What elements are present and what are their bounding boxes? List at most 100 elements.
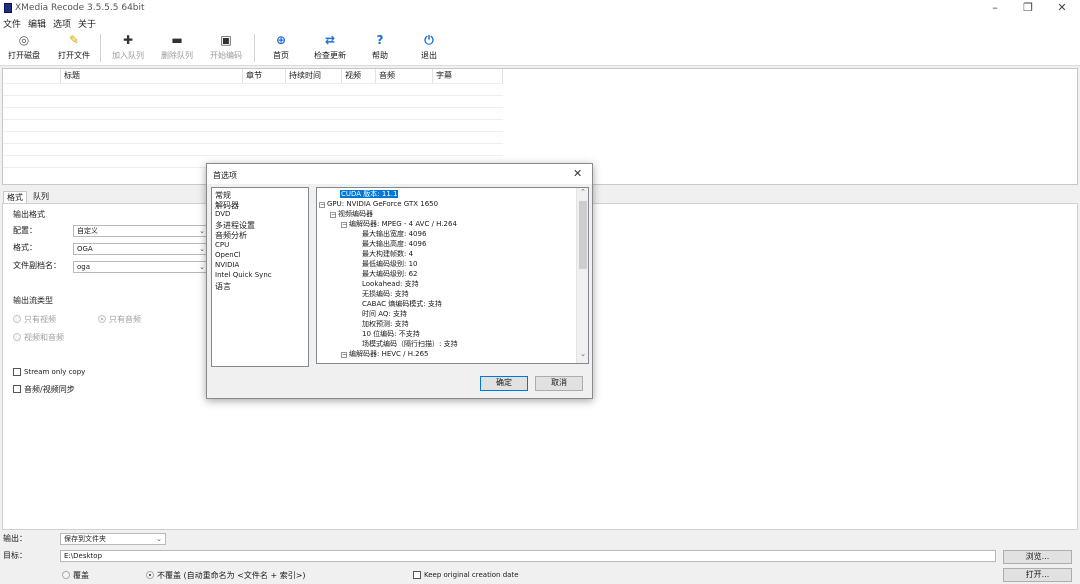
target-label: 目标：: [3, 551, 27, 560]
tree-item[interactable]: − GPU: NVIDIA GeForce GTX 1650: [319, 199, 574, 209]
av-sync-checkbox[interactable]: [13, 385, 21, 393]
tree-item[interactable]: 最大编码级别: 62: [319, 269, 574, 279]
nav-item-opencl[interactable]: OpenCl: [215, 251, 241, 259]
help-button[interactable]: ? 帮助: [361, 33, 399, 63]
tree-item[interactable]: 时间 AQ: 支持: [319, 309, 574, 319]
collapse-icon[interactable]: −: [341, 222, 347, 228]
nav-item-dvd[interactable]: DVD: [215, 210, 230, 218]
tree-item[interactable]: − 编解码器: HEVC / H.265: [319, 349, 574, 359]
column-header-audio[interactable]: 音频: [376, 69, 433, 83]
profile-select[interactable]: 自定义 ⌄: [73, 225, 209, 237]
column-header-title[interactable]: 标题: [61, 69, 243, 83]
tree-item[interactable]: − 视频编码器: [319, 209, 574, 219]
menu-bar: 文件 编辑 选项 关于: [0, 16, 1080, 30]
extension-select[interactable]: oga ⌄: [73, 261, 209, 273]
tree-item-label: 最大输出宽度: 4096: [362, 230, 427, 238]
tree-scrollbar[interactable]: ⌃ ⌄: [576, 188, 588, 363]
radio-video-only-label: 只有视频: [24, 315, 56, 324]
collapse-icon[interactable]: −: [330, 212, 336, 218]
chevron-down-icon: ⌄: [156, 535, 162, 543]
scroll-up-icon[interactable]: ⌃: [577, 188, 588, 196]
collapse-icon[interactable]: −: [341, 352, 347, 358]
scroll-thumb[interactable]: [579, 201, 587, 269]
gpu-info-tree[interactable]: CUDA 版本: 11.1− GPU: NVIDIA GeForce GTX 16…: [316, 187, 589, 364]
tab-format[interactable]: 格式: [3, 191, 27, 203]
title-bar: XMedia Recode 3.5.5.5 64bit – ❐ ✕: [0, 0, 1080, 16]
tab-queue[interactable]: 队列: [30, 191, 52, 203]
radio-audio-only[interactable]: [98, 315, 106, 323]
open-disc-button[interactable]: ◎ 打开磁盘: [4, 33, 44, 63]
collapse-icon[interactable]: −: [319, 202, 325, 208]
add-queue-button[interactable]: ✚ 加入队列: [108, 33, 148, 63]
column-header-duration[interactable]: 持续时间: [286, 69, 342, 83]
tree-item[interactable]: 10 位编码: 不支持: [319, 329, 574, 339]
homepage-button[interactable]: ⊕ 首页: [262, 33, 300, 63]
tree-item[interactable]: CABAC 熵编码模式: 支持: [319, 299, 574, 309]
nav-item-cpu[interactable]: CPU: [215, 241, 229, 249]
tree-item[interactable]: 最大构建帧数: 4: [319, 249, 574, 259]
tree-item[interactable]: CUDA 版本: 11.1: [319, 189, 574, 199]
tree-item-label: 最低编码级别: 10: [362, 260, 418, 268]
stream-only-copy-checkbox[interactable]: [13, 368, 21, 376]
close-button[interactable]: ✕: [1045, 0, 1079, 16]
tree-item[interactable]: 最大输出高度: 4096: [319, 239, 574, 249]
tree-rows: CUDA 版本: 11.1− GPU: NVIDIA GeForce GTX 16…: [319, 189, 574, 359]
open-button[interactable]: 打开...: [1003, 568, 1072, 582]
open-file-button[interactable]: ✎ 打开文件: [54, 33, 94, 63]
nav-item-language[interactable]: 语言: [215, 281, 231, 292]
cancel-button[interactable]: 取消: [535, 376, 583, 391]
tree-item-label: 视频编码器: [338, 210, 373, 218]
column-header-blank[interactable]: [3, 69, 61, 83]
tree-item[interactable]: 最大输出宽度: 4096: [319, 229, 574, 239]
menu-about[interactable]: 关于: [78, 17, 96, 30]
overwrite-label: 覆盖: [73, 571, 89, 580]
list-divider: [3, 83, 503, 84]
radio-video-only[interactable]: [13, 315, 21, 323]
chevron-down-icon: ⌄: [199, 227, 205, 235]
no-overwrite-radio[interactable]: [146, 571, 154, 579]
radio-video-audio[interactable]: [13, 333, 21, 341]
help-icon: ?: [376, 33, 384, 47]
tree-item-label: 场模式编码（隔行扫描）: 支持: [362, 340, 458, 348]
keep-date-checkbox[interactable]: [413, 571, 421, 579]
menu-file[interactable]: 文件: [3, 17, 21, 30]
output-select[interactable]: 保存到文件夹 ⌄: [60, 533, 166, 545]
menu-edit[interactable]: 编辑: [28, 17, 46, 30]
column-header-subtitles[interactable]: 字幕: [433, 69, 503, 83]
tree-item[interactable]: 无损编码: 支持: [319, 289, 574, 299]
format-select[interactable]: OGA ⌄: [73, 243, 209, 255]
tree-item[interactable]: Lookahead: 支持: [319, 279, 574, 289]
minimize-button[interactable]: –: [978, 0, 1012, 16]
nav-item-intel-quick-sync[interactable]: Intel Quick Sync: [215, 271, 272, 279]
nav-item-nvidia[interactable]: NVIDIA: [215, 261, 239, 269]
toolbar-separator: [100, 34, 101, 62]
preferences-dialog: 首选项 ✕ 常规 解码器 DVD 多进程设置 音频分析 CPU OpenCl N…: [206, 163, 593, 399]
browse-button[interactable]: 浏览...: [1003, 550, 1072, 564]
tree-item[interactable]: 最低编码级别: 10: [319, 259, 574, 269]
column-header-chapters[interactable]: 章节: [243, 69, 286, 83]
format-label: 格式：: [13, 243, 37, 252]
tree-item-label: CABAC 熵编码模式: 支持: [362, 300, 442, 308]
tree-item[interactable]: − 编解码器: MPEG - 4 AVC / H.264: [319, 219, 574, 229]
check-update-button[interactable]: ⇄ 检查更新: [309, 33, 351, 63]
column-header-video[interactable]: 视频: [342, 69, 376, 83]
nav-item-audio-analysis[interactable]: 音频分析: [215, 230, 247, 241]
menu-options[interactable]: 选项: [53, 17, 71, 30]
app-icon: [4, 3, 12, 13]
overwrite-radio[interactable]: [62, 571, 70, 579]
ok-button[interactable]: 确定: [480, 376, 528, 391]
dialog-close-button[interactable]: ✕: [573, 167, 582, 180]
maximize-button[interactable]: ❐: [1011, 0, 1045, 16]
tree-item-label: 10 位编码: 不支持: [362, 330, 420, 338]
tree-item-label: 最大输出高度: 4096: [362, 240, 427, 248]
scroll-down-icon[interactable]: ⌄: [577, 350, 588, 358]
start-encode-button[interactable]: ▣ 开始编码: [206, 33, 246, 63]
tree-item[interactable]: 场模式编码（隔行扫描）: 支持: [319, 339, 574, 349]
target-path-input[interactable]: E:\Desktop: [60, 550, 996, 562]
tree-item[interactable]: 加权预测: 支持: [319, 319, 574, 329]
globe-icon: ⊕: [275, 33, 287, 47]
tree-item-label: 最大构建帧数: 4: [362, 250, 414, 258]
exit-button[interactable]: ⏻ 退出: [410, 33, 448, 63]
window-title: XMedia Recode 3.5.5.5 64bit: [15, 3, 145, 13]
remove-queue-button[interactable]: ▬ 删除队列: [157, 33, 197, 63]
